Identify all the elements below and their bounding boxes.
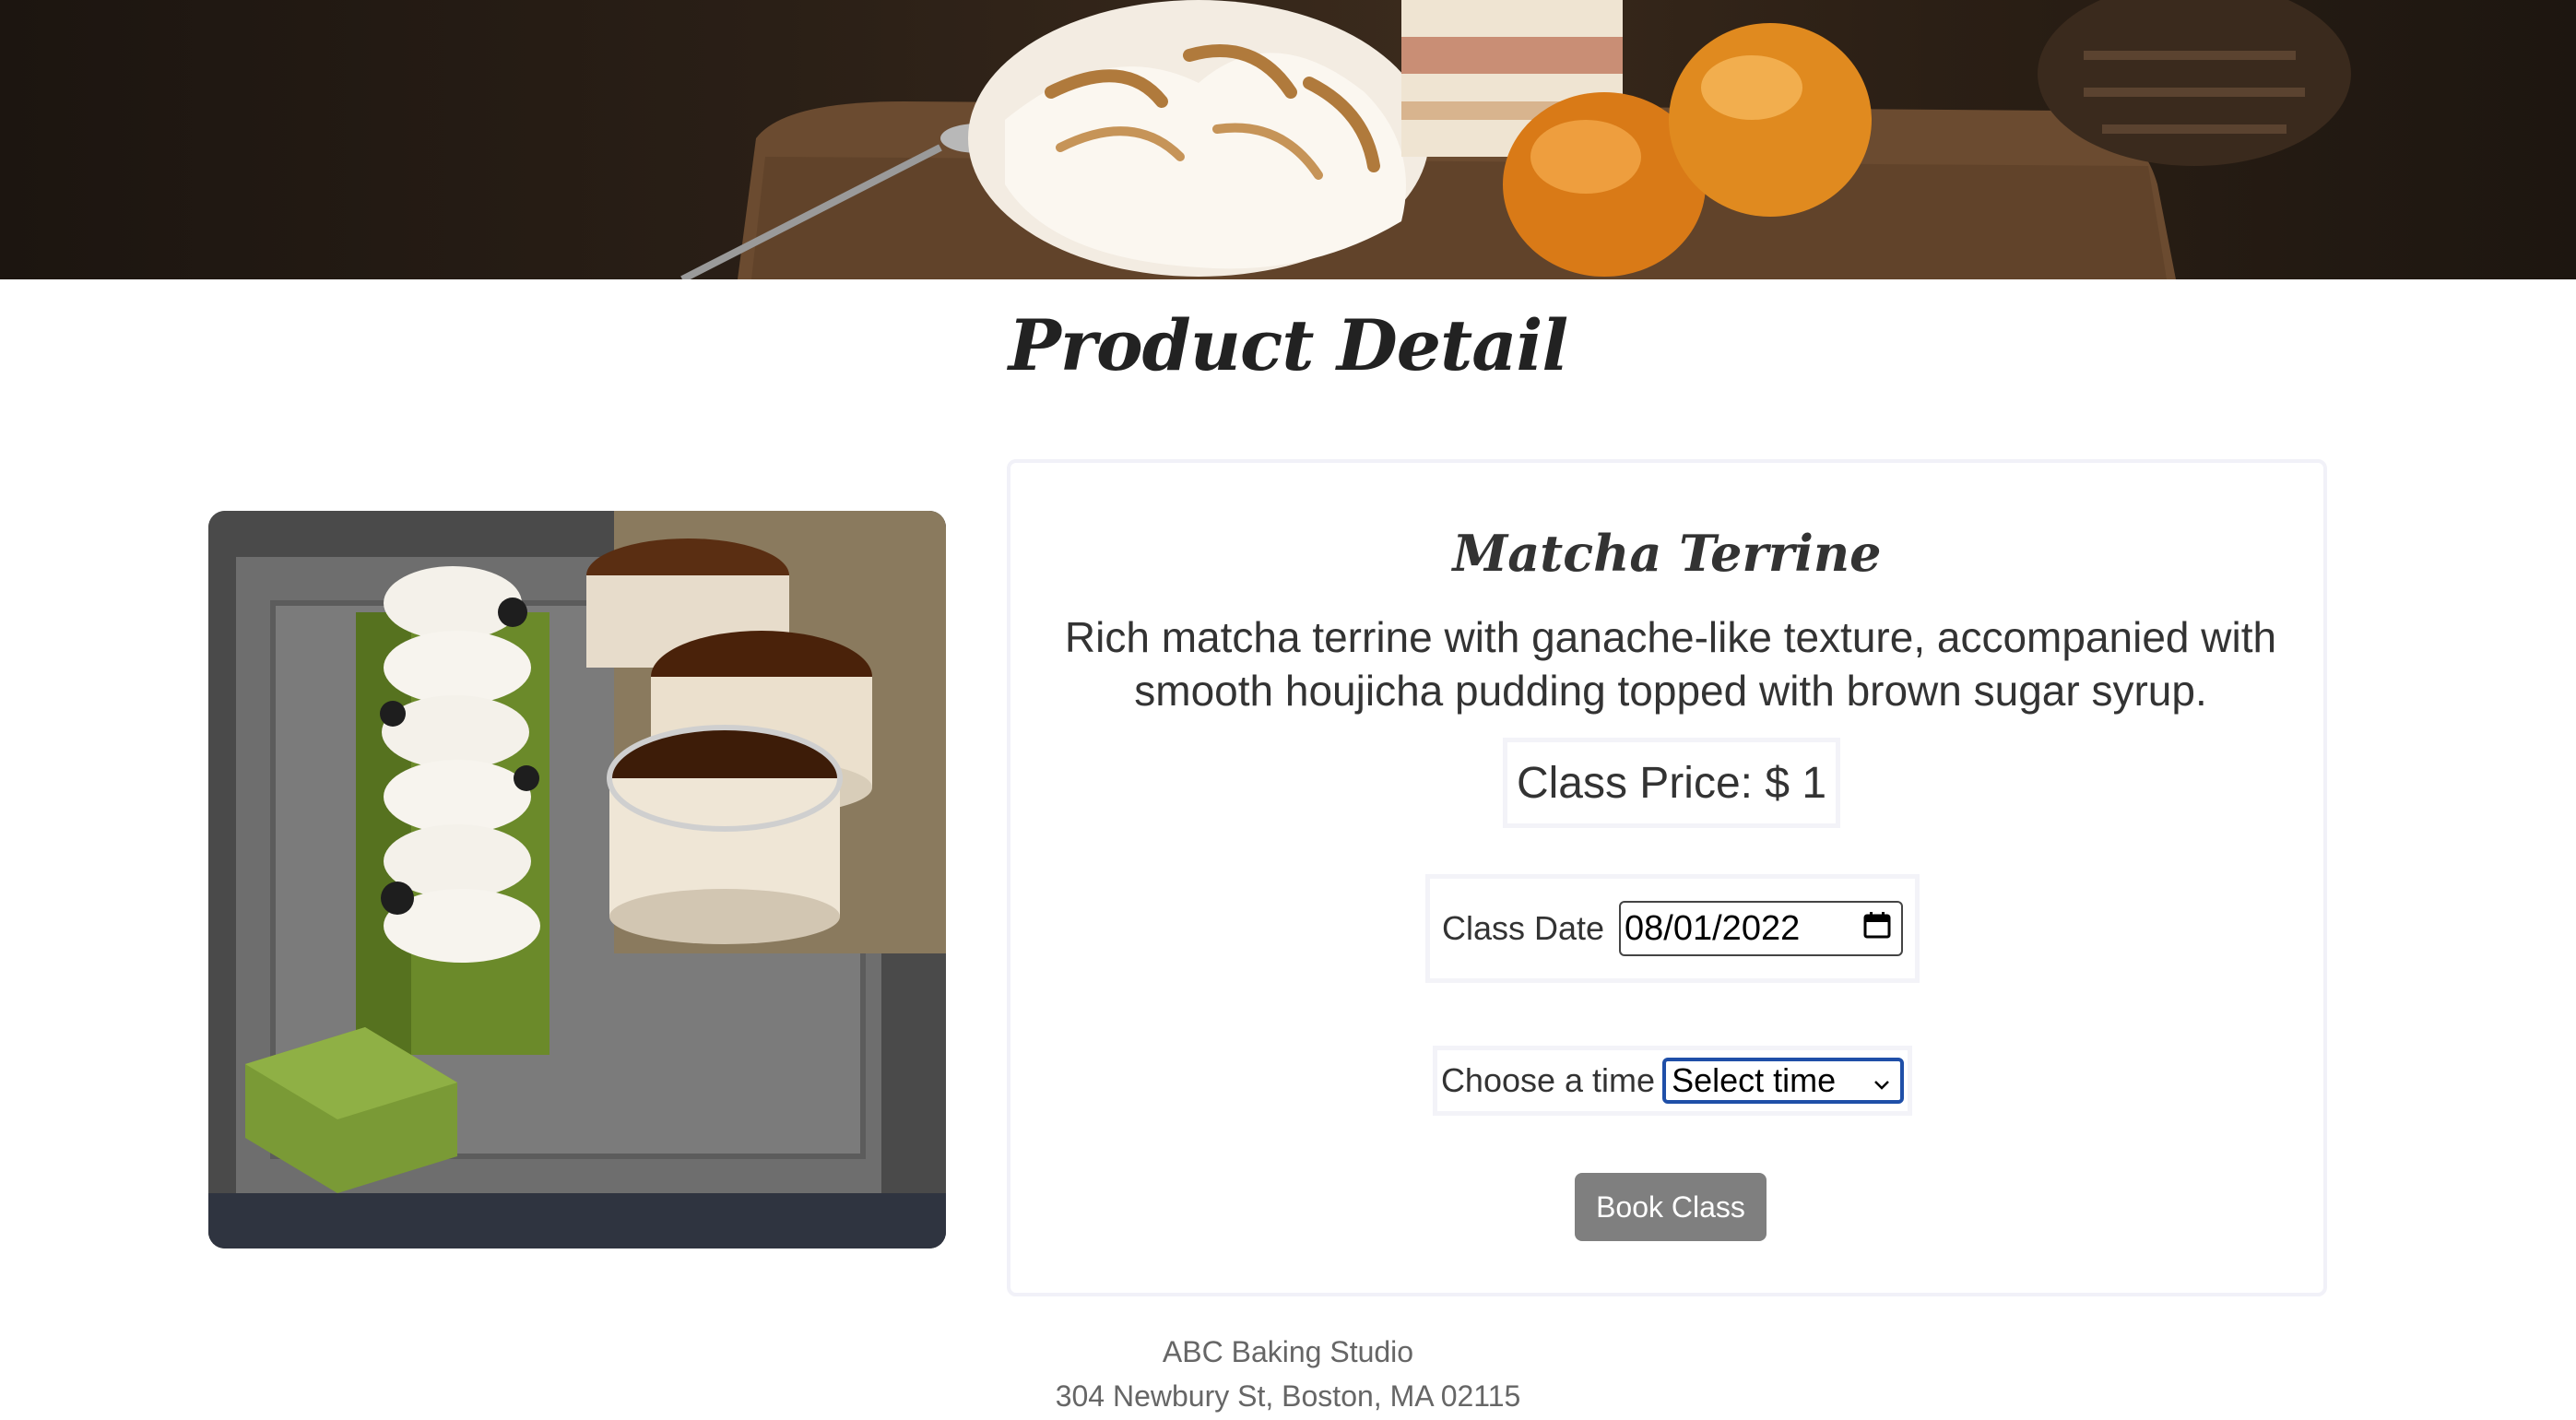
page-title: Product Detail xyxy=(1008,304,1568,386)
chevron-down-icon xyxy=(1873,1061,1891,1100)
time-select[interactable]: Select time xyxy=(1662,1058,1905,1104)
product-name: Matcha Terrine xyxy=(1452,524,1882,583)
choose-time-label: Choose a time xyxy=(1440,1061,1656,1099)
class-price: Class Price: $ 1 xyxy=(1503,738,1840,828)
calendar-icon[interactable] xyxy=(1862,909,1892,949)
class-time-group: Choose a time Select time xyxy=(1433,1046,1912,1116)
product-description: Rich matcha terrine with ganache-like te… xyxy=(1064,613,2277,715)
book-class-button[interactable]: Book Class xyxy=(1575,1173,1767,1241)
footer-address: 304 Newbury St, Boston, MA 02115 xyxy=(1055,1379,1521,1413)
product-image xyxy=(208,511,946,1248)
class-date-label: Class Date xyxy=(1441,909,1605,947)
class-date-value: 08/01/2022 xyxy=(1625,908,1801,948)
footer-studio-name: ABC Baking Studio xyxy=(1162,1335,1414,1368)
product-detail-card: Matcha Terrine Rich matcha terrine with … xyxy=(1007,459,2327,1296)
time-select-value: Select time xyxy=(1672,1061,1837,1099)
class-date-input[interactable]: 08/01/2022 xyxy=(1619,901,1904,956)
class-date-group: Class Date 08/01/2022 xyxy=(1425,874,1920,983)
hero-banner-image xyxy=(0,0,2576,279)
